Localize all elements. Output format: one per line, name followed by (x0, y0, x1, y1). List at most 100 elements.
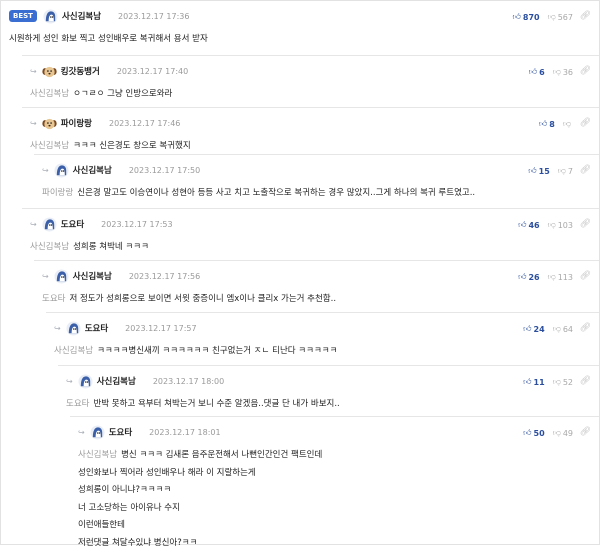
nickname[interactable]: 도요타 (61, 218, 84, 230)
avatar[interactable] (90, 425, 105, 440)
thumbs-up-icon[interactable]: 👍︎ (523, 377, 531, 387)
comment-text: ㅇㄱㄹㅇ 그냥 인방으로와라 (73, 89, 172, 99)
mention[interactable]: 사신김복남 (78, 450, 117, 460)
vote-group: 👍︎11 👎︎52 (523, 377, 573, 387)
nickname[interactable]: 사신김복남 (73, 164, 112, 176)
comment-text: 시원하게 성인 화보 찍고 성인배우로 복귀해서 용서 받자 (9, 31, 569, 49)
link-icon[interactable]: 🔗︎ (580, 219, 591, 229)
comment-reply: ↪ 도요타 2023.12.17 17:57 👍︎24 👎︎64 🔗︎ 사신김복… (46, 312, 599, 366)
timestamp: 2023.12.17 17:56 (129, 272, 200, 281)
link-icon[interactable]: 🔗︎ (580, 427, 591, 437)
avatar[interactable] (54, 163, 69, 178)
timestamp: 2023.12.17 17:46 (109, 119, 180, 128)
reply-arrow-icon: ↪ (42, 166, 49, 175)
comment-text: 너 고소당하는 아이유나 수지 (78, 500, 569, 518)
reply-arrow-icon: ↪ (30, 67, 37, 76)
timestamp: 2023.12.17 17:36 (118, 12, 189, 21)
comment-text: 반박 못하고 욕부터 쳐박는거 보니 수준 알겠음..댓글 단 내가 바보지.. (93, 399, 339, 409)
comment-header: ↪ 사신김복남 2023.12.17 18:00 (66, 373, 224, 389)
comment-header: ↪ 도요타 2023.12.17 17:57 (54, 320, 197, 336)
avatar[interactable] (42, 64, 57, 79)
mention[interactable]: 도요타 (66, 399, 89, 409)
comment-reply: ↪ 사신김복남 2023.12.17 17:50 👍︎15 👎︎7 🔗︎ 파이랑… (34, 154, 599, 209)
comment-text: 성희롱이 아니냐?ㅋㅋㅋㅋ (78, 482, 569, 500)
mention[interactable]: 사신김복남 (54, 346, 93, 356)
nickname[interactable]: 도요타 (85, 322, 108, 334)
avatar[interactable] (42, 217, 57, 232)
thumbs-up-icon[interactable]: 👍︎ (518, 272, 526, 282)
thumbs-down-icon[interactable]: 👎︎ (553, 324, 561, 334)
comment-body: 사신김복남 ㅇㄱㄹㅇ 그냥 인방으로와라 (30, 86, 569, 104)
link-icon[interactable]: 🔗︎ (580, 66, 591, 76)
thumbs-up-icon[interactable]: 👍︎ (528, 166, 536, 176)
nickname[interactable]: 사신김복남 (73, 270, 112, 282)
thumbs-up-icon[interactable]: 👍︎ (539, 119, 547, 129)
link-icon[interactable]: 🔗︎ (580, 376, 591, 386)
comment-body: 파이랑랑신은경 말고도 이승연이나 성현아 등등 사고 치고 노출작으로 복귀하… (42, 185, 569, 203)
thumbs-up-icon[interactable]: 👍︎ (513, 12, 521, 22)
nickname[interactable]: 파이랑랑 (61, 117, 92, 129)
mention[interactable]: 사신김복남 (30, 89, 69, 99)
thumbs-up-icon[interactable]: 👍︎ (523, 324, 531, 334)
comment-header: ↪ 도요타 2023.12.17 18:01 (78, 424, 221, 440)
mention[interactable]: 도요타 (42, 294, 65, 304)
nickname[interactable]: 사신김복남 (97, 375, 136, 387)
comment-thread: BEST 사신김복남 2023.12.17 17:36 👍︎870 👎︎567 … (0, 0, 600, 545)
mention[interactable]: 파이랑랑 (42, 188, 73, 198)
timestamp: 2023.12.17 17:40 (117, 67, 188, 76)
upvote-count: 11 (534, 378, 545, 387)
timestamp: 2023.12.17 17:57 (125, 324, 196, 333)
avatar[interactable] (43, 9, 58, 24)
comment-header: ↪ 도요타 2023.12.17 17:53 (30, 216, 173, 232)
comment-body: 시원하게 성인 화보 찍고 성인배우로 복귀해서 용서 받자 (9, 31, 569, 49)
mention[interactable]: 사신김복남 (30, 242, 69, 252)
thumbs-down-icon[interactable]: 👎︎ (558, 166, 566, 176)
link-icon[interactable]: 🔗︎ (580, 118, 591, 128)
upvote-count: 6 (539, 68, 545, 77)
thumbs-down-icon[interactable]: 👎︎ (553, 428, 561, 438)
nickname[interactable]: 킹갓동뱅거 (61, 65, 100, 77)
comment-header: ↪ 파이랑랑 2023.12.17 17:46 (30, 115, 180, 131)
comment-text: ㅋㅋㅋㅋ병신새끼 ㅋㅋㅋㅋㅋㅋ 친구없는거 ㅈㄴ 티난다 ㅋㅋㅋㅋㅋ (97, 346, 337, 356)
link-icon[interactable]: 🔗︎ (580, 165, 591, 175)
upvote-count: 15 (539, 167, 550, 176)
thumbs-down-icon[interactable]: 👎︎ (548, 220, 556, 230)
avatar[interactable] (78, 374, 93, 389)
thumbs-down-icon[interactable]: 👎︎ (548, 272, 556, 282)
avatar[interactable] (66, 321, 81, 336)
thumbs-down-icon[interactable]: 👎︎ (553, 67, 561, 77)
avatar[interactable] (42, 116, 57, 131)
comment-reply: ↪ 파이랑랑 2023.12.17 17:46 👍︎8 👎︎ 🔗︎ 사신김복남 ㅋ… (22, 107, 599, 155)
comment-text: 병신 ㅋㅋㅋ 김새론 음주운전해서 나뻔인간인건 팩트인데 (121, 450, 322, 460)
comment-text: 성희롱 쳐박네 ㅋㅋㅋ (73, 242, 149, 252)
comment-reply: ↪ 도요타 2023.12.17 18:01 👍︎50 👎︎49 🔗︎ 사신김복… (70, 416, 599, 545)
nickname[interactable]: 도요타 (109, 426, 132, 438)
downvote-count: 7 (568, 167, 573, 176)
link-icon[interactable]: 🔗︎ (580, 11, 591, 21)
comment-reply: ↪ 도요타 2023.12.17 17:53 👍︎46 👎︎103 🔗︎ 사신김… (22, 208, 599, 261)
upvote-count: 8 (549, 120, 555, 129)
downvote-count: 567 (558, 13, 573, 22)
mention[interactable]: 사신김복남 (30, 141, 69, 151)
thumbs-up-icon[interactable]: 👍︎ (523, 428, 531, 438)
link-icon[interactable]: 🔗︎ (580, 271, 591, 281)
upvote-count: 26 (528, 273, 539, 282)
vote-group: 👍︎50 👎︎49 (523, 428, 573, 438)
thumbs-down-icon[interactable]: 👎︎ (553, 377, 561, 387)
nickname[interactable]: 사신김복남 (62, 10, 101, 22)
thumbs-up-icon[interactable]: 👍︎ (529, 67, 537, 77)
downvote-count: 64 (563, 325, 573, 334)
thumbs-down-icon[interactable]: 👎︎ (563, 119, 571, 129)
timestamp: 2023.12.17 18:01 (149, 428, 220, 437)
upvote-count: 50 (534, 429, 545, 438)
link-icon[interactable]: 🔗︎ (580, 323, 591, 333)
comment-text: ㅋㅋㅋ 신은경도 창으로 복귀했지 (73, 141, 191, 151)
reply-arrow-icon: ↪ (30, 220, 37, 229)
avatar[interactable] (54, 269, 69, 284)
downvote-count: 52 (563, 378, 573, 387)
thumbs-up-icon[interactable]: 👍︎ (518, 220, 526, 230)
comment-body: 사신김복남병신 ㅋㅋㅋ 김새론 음주운전해서 나뻔인간인건 팩트인데 성인화보나… (78, 447, 569, 552)
thumbs-down-icon[interactable]: 👎︎ (548, 12, 556, 22)
comment-body: 사신김복남 ㅋㅋㅋㅋ병신새끼 ㅋㅋㅋㅋㅋㅋ 친구없는거 ㅈㄴ 티난다 ㅋㅋㅋㅋㅋ (54, 343, 569, 361)
vote-group: 👍︎8 👎︎ (539, 119, 573, 129)
